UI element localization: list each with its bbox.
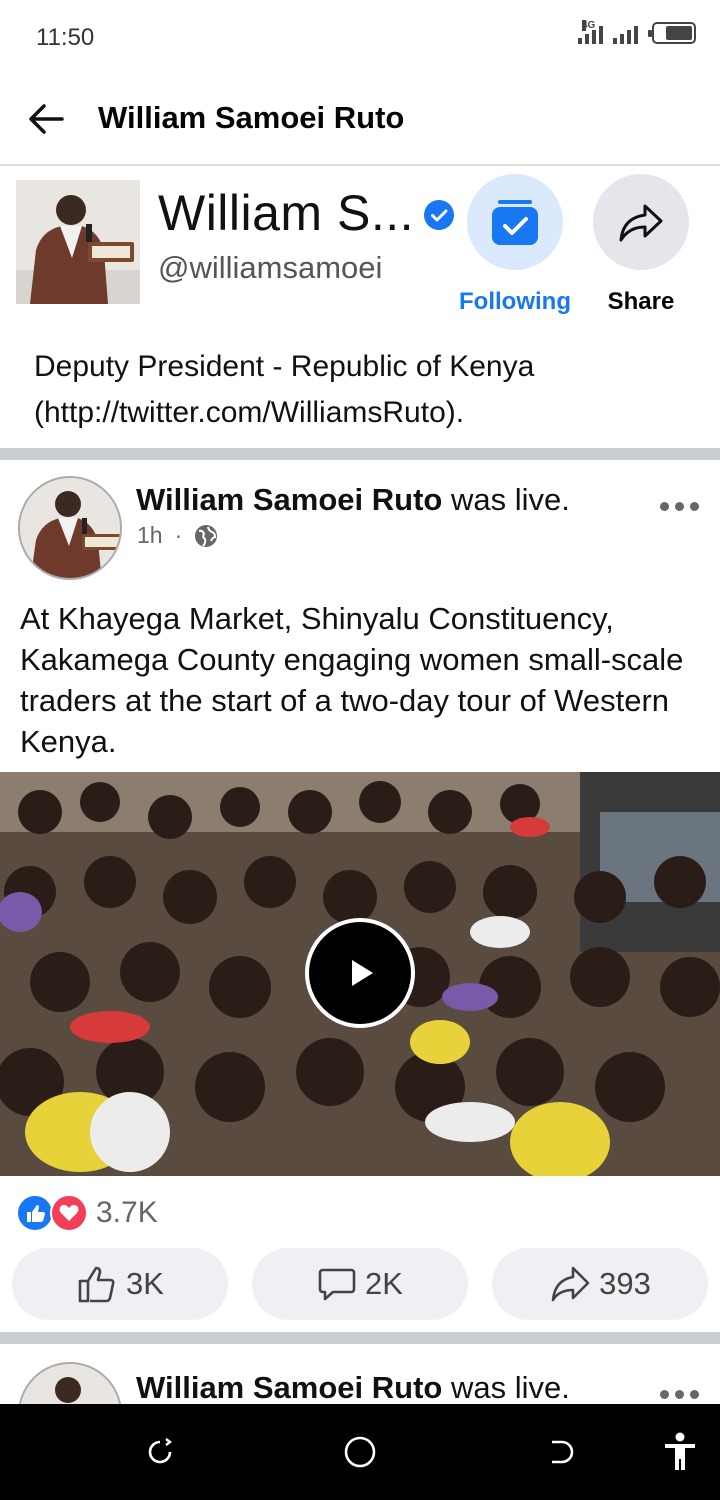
share-post-button[interactable]: 393 bbox=[492, 1248, 708, 1320]
following-circle[interactable] bbox=[467, 174, 563, 270]
post-divider bbox=[0, 1332, 720, 1344]
status-time: 11:50 bbox=[36, 24, 95, 51]
post-author-avatar[interactable] bbox=[18, 476, 122, 580]
battery-icon bbox=[648, 22, 696, 44]
globe-icon bbox=[195, 524, 218, 547]
recent-apps-icon[interactable] bbox=[140, 1432, 180, 1472]
play-icon bbox=[352, 960, 373, 986]
profile-handle: @williamsamoei bbox=[158, 250, 383, 285]
share-profile-button[interactable]: Share bbox=[593, 174, 689, 316]
profile-bio: Deputy President - Republic of Kenya (ht… bbox=[34, 350, 535, 429]
post-more-options-icon[interactable] bbox=[660, 1390, 699, 1399]
mobile-signal-icon: 4G bbox=[578, 20, 603, 44]
back-nav-icon[interactable] bbox=[540, 1432, 580, 1472]
reaction-count: 3.7K bbox=[96, 1196, 158, 1229]
following-button[interactable]: Following bbox=[459, 174, 571, 316]
home-icon[interactable] bbox=[340, 1432, 380, 1472]
verified-badge-icon bbox=[424, 200, 454, 230]
like-button[interactable]: 3K bbox=[12, 1248, 228, 1320]
reaction-summary[interactable]: 3.7K bbox=[16, 1194, 158, 1232]
post-action-text: was live. bbox=[450, 482, 570, 517]
comment-bubble-icon bbox=[318, 1268, 356, 1301]
share-circle[interactable] bbox=[593, 174, 689, 270]
profile-name: William S... bbox=[158, 185, 414, 241]
post-timestamp[interactable]: 1h bbox=[137, 522, 163, 549]
post-author-name[interactable]: William Samoei Ruto bbox=[136, 1370, 442, 1405]
video-play-button[interactable] bbox=[305, 918, 415, 1028]
back-arrow-icon[interactable] bbox=[24, 96, 70, 142]
page-header: William Samoei Ruto bbox=[0, 72, 720, 166]
status-icons: 4G bbox=[578, 20, 696, 44]
section-divider bbox=[0, 448, 720, 460]
comment-button[interactable]: 2K bbox=[252, 1248, 468, 1320]
profile-photo[interactable] bbox=[16, 180, 140, 304]
profile-name-row: William S... bbox=[158, 184, 454, 242]
following-check-icon bbox=[492, 200, 538, 245]
share-arrow-icon bbox=[551, 1266, 590, 1302]
signal-strength-icon bbox=[613, 26, 638, 44]
post-action-text: was live. bbox=[450, 1370, 570, 1405]
meta-separator: · bbox=[174, 522, 183, 548]
post-more-options-icon[interactable] bbox=[660, 502, 699, 511]
comment-count: 2K bbox=[365, 1266, 403, 1301]
love-reaction-icon bbox=[50, 1194, 88, 1232]
accessibility-icon[interactable] bbox=[660, 1432, 700, 1472]
share-arrow-icon bbox=[619, 204, 663, 242]
post-text: At Khayega Market, Shinyalu Constituency… bbox=[20, 601, 684, 759]
following-label: Following bbox=[459, 288, 571, 315]
like-reaction-icon bbox=[16, 1194, 54, 1232]
network-label: 4G bbox=[582, 20, 596, 31]
system-navigation-bar bbox=[0, 1404, 720, 1500]
post-author-name[interactable]: William Samoei Ruto bbox=[136, 482, 442, 517]
post-meta: 1h · bbox=[137, 522, 218, 549]
post-header-line: William Samoei Ruto was live. bbox=[136, 482, 570, 518]
thumbs-up-icon bbox=[78, 1266, 115, 1303]
post-header-line: William Samoei Ruto was live. bbox=[136, 1370, 570, 1406]
share-label: Share bbox=[607, 288, 675, 315]
like-count: 3K bbox=[126, 1266, 164, 1301]
share-count: 393 bbox=[599, 1266, 651, 1301]
status-bar: 11:50 4G bbox=[0, 0, 720, 72]
profile-section: William S... @williamsamoei Following Sh… bbox=[0, 168, 720, 450]
page-title: William Samoei Ruto bbox=[98, 100, 405, 135]
